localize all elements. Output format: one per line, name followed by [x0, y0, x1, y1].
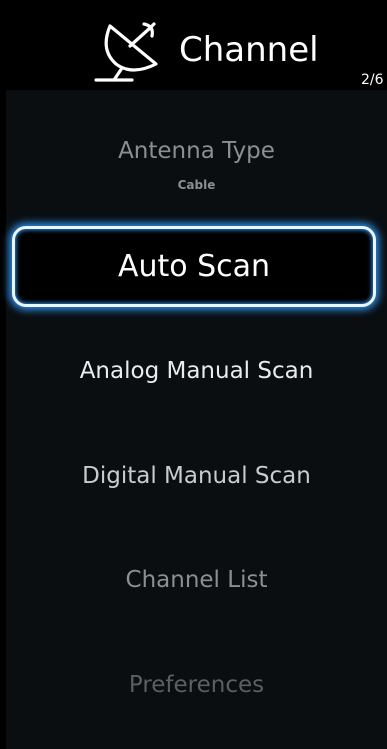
antenna-type-value: Cable	[177, 178, 216, 192]
menu-item-channel-list[interactable]: Channel List	[6, 563, 387, 597]
header-bar: Channel 2/6	[0, 0, 387, 90]
menu-item-auto-scan[interactable]: Auto Scan	[12, 226, 376, 307]
satellite-dish-icon	[94, 22, 158, 82]
menu-item-preferences[interactable]: Preferences	[6, 668, 387, 702]
menu-item-antenna-type[interactable]: Antenna Type	[6, 134, 387, 168]
channel-menu-panel: Antenna Type Cable Auto Scan Analog Manu…	[6, 90, 387, 749]
page-title: Channel	[179, 30, 319, 70]
page-indicator: 2/6	[361, 72, 384, 88]
menu-item-analog-manual-scan[interactable]: Analog Manual Scan	[6, 354, 387, 388]
menu-item-digital-manual-scan[interactable]: Digital Manual Scan	[6, 459, 387, 493]
auto-scan-label: Auto Scan	[117, 249, 271, 284]
